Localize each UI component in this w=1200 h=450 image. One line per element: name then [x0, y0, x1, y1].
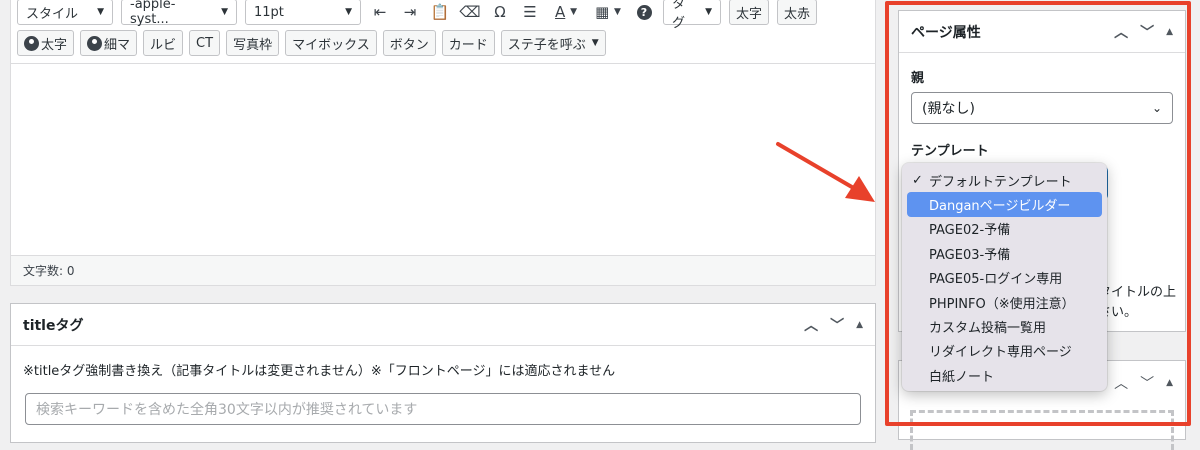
font-family-select-label: -apple-syst... — [130, 0, 176, 27]
bold-button[interactable]: 太字 — [729, 0, 770, 25]
table-icon[interactable]: ▦ ▼ — [591, 0, 625, 24]
person-icon — [87, 35, 103, 51]
annotation-arrow-icon — [776, 142, 875, 202]
font-family-select[interactable]: -apple-syst... ▼ — [121, 0, 237, 27]
outdent-icon[interactable]: ⇥ — [399, 0, 421, 24]
ct-button[interactable]: CT — [189, 30, 221, 56]
caret-down-icon: ▼ — [97, 7, 104, 17]
bold-person-label: 太字 — [41, 37, 68, 53]
highlight-frame — [885, 1, 1191, 426]
photo-frame-button[interactable]: 写真枠 — [226, 30, 280, 56]
title-tag-postbox: titleタグ ︿ ﹀ ▲ ※titleタグ強制書き換え（記事タイトルは変更され… — [10, 303, 876, 443]
call-parts-select[interactable]: ステ子を呼ぶ ▼ — [500, 30, 606, 56]
caret-down-icon: ▼ — [591, 38, 599, 48]
fine-marker-button[interactable]: 細マ — [80, 30, 138, 56]
hr-icon[interactable]: ☰ — [519, 0, 541, 24]
bold-person-button[interactable]: 太字 — [17, 30, 75, 56]
my-box-button[interactable]: マイボックス — [285, 30, 377, 56]
title-tag-input[interactable]: 検索キーワードを含めた全角30文字以内が推奨されています — [25, 393, 861, 425]
indent-icon[interactable]: ⇤ — [369, 0, 391, 24]
caret-down-icon: ▼ — [705, 7, 712, 17]
postbox-title: titleタグ — [23, 317, 84, 334]
triangle-up-icon[interactable]: ▲ — [856, 320, 863, 330]
caret-down-icon: ▼ — [221, 7, 228, 17]
chevron-up-icon[interactable]: ︿ — [804, 315, 818, 335]
editor-status-bar: 文字数: 0 — [11, 255, 875, 285]
card-button[interactable]: カード — [441, 30, 495, 56]
paste-icon[interactable]: 📋 — [429, 0, 451, 24]
caret-down-icon: ▼ — [345, 7, 352, 17]
toolbar-row-2: 太字 細マ ルビ CT 写真枠 マイボックス ボタン カード ステ子を呼ぶ ▼ — [17, 29, 606, 57]
fine-marker-label: 細マ — [104, 37, 131, 53]
person-icon — [24, 35, 39, 51]
editor-content-area[interactable] — [11, 63, 875, 256]
button-button[interactable]: ボタン — [382, 30, 436, 56]
font-size-select-label: 11pt — [254, 4, 284, 20]
postbox-header: titleタグ ︿ ﹀ ▲ — [11, 304, 875, 346]
style-select-label: スタイル — [26, 6, 79, 22]
text-color-icon[interactable]: A ▼ — [549, 0, 583, 24]
bold-red-button[interactable]: 太赤 — [777, 0, 818, 25]
ruby-button[interactable]: ルビ — [143, 30, 184, 56]
handle-actions: ︿ ﹀ ▲ — [804, 315, 863, 335]
char-count: 文字数: 0 — [23, 264, 75, 278]
tag-select[interactable]: タグ ▼ — [663, 0, 721, 31]
tag-select-label: タグ — [672, 0, 686, 31]
toolbar-row-1: スタイル ▼ -apple-syst... ▼ 11pt ▼ ⇤ ⇥ 📋 ⌫ Ω ☰ … — [17, 0, 818, 31]
title-tag-note: ※titleタグ強制書き換え（記事タイトルは変更されません）※「フロントページ」… — [23, 364, 616, 379]
classic-editor: スタイル ▼ -apple-syst... ▼ 11pt ▼ ⇤ ⇥ 📋 ⌫ Ω ☰ … — [10, 0, 876, 286]
help-icon[interactable]: ? — [633, 0, 655, 24]
call-parts-label: ステ子を呼ぶ — [507, 37, 586, 53]
chevron-down-icon[interactable]: ﹀ — [830, 315, 844, 335]
style-select[interactable]: スタイル ▼ — [17, 0, 113, 25]
omega-icon[interactable]: Ω — [489, 0, 511, 24]
eraser-icon[interactable]: ⌫ — [459, 0, 481, 24]
font-size-select[interactable]: 11pt ▼ — [245, 0, 361, 25]
